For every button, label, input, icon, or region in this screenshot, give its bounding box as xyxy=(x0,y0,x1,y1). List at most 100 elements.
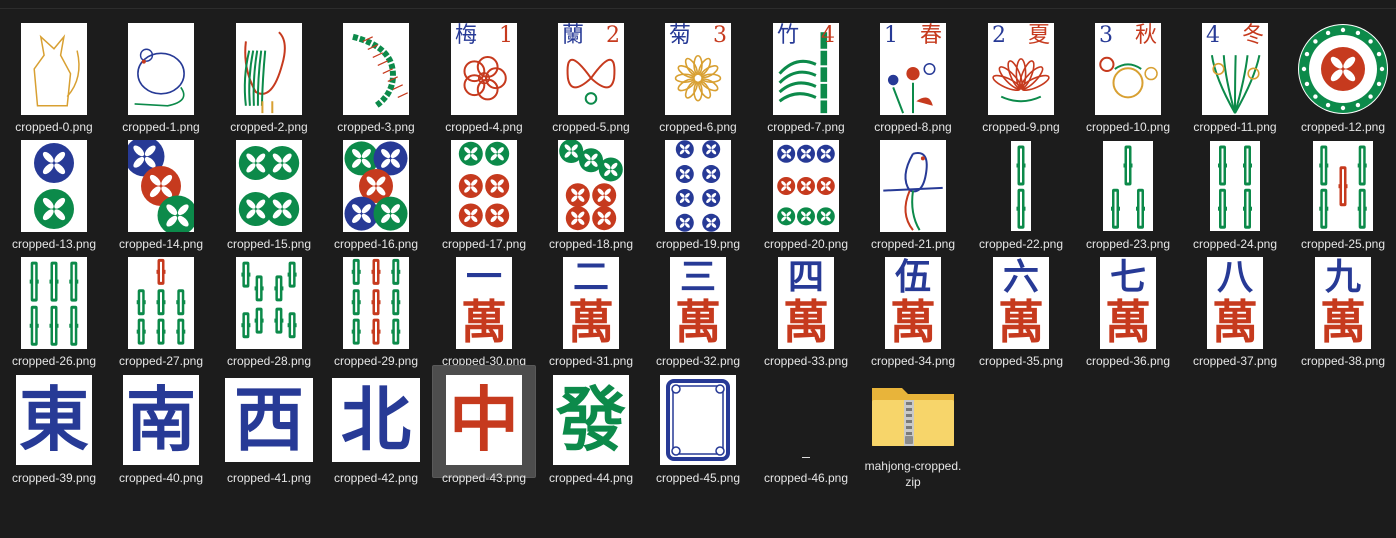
tile-numeral: 九 xyxy=(1324,257,1361,298)
file-item[interactable]: 發 cropped-44.png xyxy=(539,365,643,485)
tile-image xyxy=(451,140,517,232)
file-item[interactable]: 九萬 cropped-38.png xyxy=(1291,248,1395,368)
file-item[interactable]: cropped-45.png xyxy=(646,365,750,485)
file-thumbnail: 梅1 xyxy=(433,19,535,119)
file-item[interactable]: cropped-13.png xyxy=(2,131,106,251)
file-item[interactable]: 八萬 cropped-37.png xyxy=(1183,248,1287,368)
file-item[interactable]: cropped-14.png xyxy=(109,131,213,251)
file-thumbnail: 西 xyxy=(218,370,320,470)
tile-character: 竹 xyxy=(777,23,800,48)
file-thumbnail xyxy=(218,253,320,353)
file-item[interactable]: cropped-18.png xyxy=(539,131,643,251)
file-thumbnail xyxy=(218,136,320,236)
file-item[interactable]: 菊 3 cropped-6.png xyxy=(646,14,750,134)
file-item[interactable]: cropped-12.png xyxy=(1291,14,1395,134)
file-thumbnail: 九萬 xyxy=(1292,253,1394,353)
file-item[interactable]: 二萬 cropped-31.png xyxy=(539,248,643,368)
bamboo-sticks-icon xyxy=(29,261,79,346)
file-item[interactable]: cropped-25.png xyxy=(1291,131,1395,251)
file-item[interactable]: 伍萬 cropped-34.png xyxy=(861,248,965,368)
tile-image: 夏2 xyxy=(988,23,1054,115)
tile-image: 梅1 xyxy=(451,23,517,115)
circles-icon xyxy=(777,144,835,226)
file-item[interactable]: 中 cropped-43.png xyxy=(432,365,536,485)
file-item[interactable]: cropped-21.png xyxy=(861,131,965,251)
file-item[interactable]: 夏 2 cropped-9.png xyxy=(969,14,1073,134)
file-item[interactable]: cropped-3.png xyxy=(324,14,428,134)
tile-image xyxy=(236,23,302,115)
file-thumbnail xyxy=(540,136,642,236)
tile-image xyxy=(1011,141,1031,231)
file-item[interactable]: 秋 3 cropped-10.png xyxy=(1076,14,1180,134)
file-item[interactable]: cropped-26.png xyxy=(2,248,106,368)
tile-number: 3 xyxy=(713,23,727,48)
file-item[interactable]: 四萬 cropped-33.png xyxy=(754,248,858,368)
file-item[interactable]: cropped-29.png xyxy=(324,248,428,368)
file-item[interactable]: cropped-27.png xyxy=(109,248,213,368)
file-item[interactable]: 冬 4 cropped-11.png xyxy=(1183,14,1287,134)
file-item[interactable]: cropped-0.png xyxy=(2,14,106,134)
file-thumbnail: 蘭2 xyxy=(540,19,642,119)
tile-image xyxy=(773,140,839,232)
orchid-icon xyxy=(566,58,616,105)
file-thumbnail xyxy=(110,19,212,119)
file-thumbnail: 南 xyxy=(110,370,212,470)
tile-number: 3 xyxy=(1099,23,1113,48)
file-name-label: cropped-43.png xyxy=(441,471,527,485)
south-wind-icon: 南 xyxy=(126,378,196,461)
file-item[interactable]: 六萬 cropped-35.png xyxy=(969,248,1073,368)
file-item[interactable]: cropped-2.png xyxy=(217,14,321,134)
file-item[interactable]: cropped-19.png xyxy=(646,131,750,251)
file-item[interactable]: 西 cropped-41.png xyxy=(217,365,321,485)
circles-icon xyxy=(344,141,408,231)
file-thumbnail xyxy=(110,253,212,353)
tile-character: 蘭 xyxy=(562,23,585,48)
cat-icon xyxy=(33,34,80,107)
file-item[interactable]: 三萬 cropped-32.png xyxy=(646,248,750,368)
tile-wan-character: 萬 xyxy=(1212,295,1258,349)
bird-icon xyxy=(883,152,943,231)
file-thumbnail: 春1 xyxy=(862,19,964,119)
tile-number: 2 xyxy=(992,23,1006,48)
file-item[interactable]: cropped-28.png xyxy=(217,248,321,368)
tile-image: 春1 xyxy=(880,23,946,115)
file-item[interactable]: 蘭 2 cropped-5.png xyxy=(539,14,643,134)
file-thumbnail: 竹4 xyxy=(755,19,857,119)
file-name-label: cropped-40.png xyxy=(118,471,204,485)
tile-image xyxy=(665,140,731,232)
tile-image xyxy=(343,23,409,115)
west-wind-icon: 西 xyxy=(234,378,304,461)
file-name-label: cropped-36.png xyxy=(1085,354,1171,368)
file-item[interactable]: 梅 1 cropped-4.png xyxy=(432,14,536,134)
tile-character: 菊 xyxy=(669,23,692,48)
file-item[interactable]: cropped-16.png xyxy=(324,131,428,251)
spring-flowers-icon xyxy=(887,62,936,114)
file-item[interactable]: cropped-46.png xyxy=(754,365,858,485)
tile-numeral: 六 xyxy=(1002,257,1039,298)
file-item[interactable]: 七萬 cropped-36.png xyxy=(1076,248,1180,368)
file-thumbnail xyxy=(755,136,857,236)
file-item[interactable]: 南 cropped-40.png xyxy=(109,365,213,485)
north-wind-icon: 北 xyxy=(341,378,411,461)
file-item[interactable]: 一萬 cropped-30.png xyxy=(432,248,536,368)
tile-image: 六萬 xyxy=(993,257,1049,349)
tile-wan-character: 萬 xyxy=(675,295,721,349)
file-item[interactable]: cropped-23.png xyxy=(1076,131,1180,251)
file-item[interactable]: cropped-22.png xyxy=(969,131,1073,251)
file-thumbnail xyxy=(3,253,105,353)
file-item[interactable]: 北 cropped-42.png xyxy=(324,365,428,485)
file-item[interactable]: cropped-24.png xyxy=(1183,131,1287,251)
file-thumbnail: 八萬 xyxy=(1184,253,1286,353)
file-item[interactable]: cropped-1.png xyxy=(109,14,213,134)
file-item[interactable]: cropped-15.png xyxy=(217,131,321,251)
file-item[interactable]: 東 cropped-39.png xyxy=(2,365,106,485)
file-item[interactable]: cropped-17.png xyxy=(432,131,536,251)
file-item[interactable]: cropped-20.png xyxy=(754,131,858,251)
file-item[interactable]: 竹 4 cropped-7.png xyxy=(754,14,858,134)
tile-numeral: 一 xyxy=(465,257,502,298)
tile-image: 八萬 xyxy=(1207,257,1263,349)
file-item[interactable]: 春 1 cropped-8.png xyxy=(861,14,965,134)
zip-file-item[interactable]: mahjong-cropped.zip xyxy=(861,365,965,489)
file-thumbnail: 六萬 xyxy=(970,253,1072,353)
red-dragon-icon: 中 xyxy=(449,378,519,461)
